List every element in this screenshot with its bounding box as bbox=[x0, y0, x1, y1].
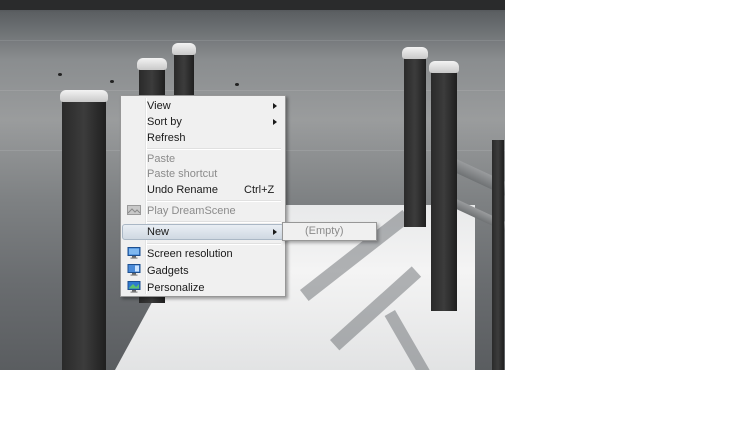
menu-item-refresh[interactable]: Refresh bbox=[123, 130, 283, 146]
menu-item-paste-shortcut[interactable]: Paste shortcut bbox=[123, 166, 283, 182]
menu-item-label: Play DreamScene bbox=[147, 205, 236, 217]
monitor-icon bbox=[127, 247, 141, 259]
personalize-icon bbox=[127, 281, 141, 293]
menu-item-undo-rename[interactable]: Undo Rename Ctrl+Z bbox=[123, 182, 283, 198]
menu-separator bbox=[147, 200, 281, 202]
menu-item-label: New bbox=[147, 226, 170, 238]
submenu-arrow-icon bbox=[273, 119, 277, 125]
pier-post bbox=[429, 61, 459, 311]
menu-item-label: Paste bbox=[147, 153, 176, 165]
menu-item-paste[interactable]: Paste bbox=[123, 151, 283, 167]
pier-post bbox=[492, 140, 504, 370]
menu-item-personalize[interactable]: Personalize bbox=[123, 280, 283, 296]
pier-post bbox=[60, 90, 108, 370]
menu-item-sort-by[interactable]: Sort by bbox=[123, 114, 283, 130]
menu-separator bbox=[147, 148, 281, 150]
dreamscene-icon bbox=[127, 205, 141, 215]
far-shoreline bbox=[0, 0, 505, 10]
menu-item-view[interactable]: View bbox=[123, 98, 283, 114]
menu-separator bbox=[147, 243, 281, 245]
menu-item-label: Sort by bbox=[147, 116, 182, 128]
desktop-context-menu: View Sort by Refresh Paste Paste shortcu… bbox=[120, 95, 286, 297]
gadgets-icon bbox=[127, 264, 141, 276]
submenu-arrow-icon bbox=[273, 229, 277, 235]
submenu-item-empty[interactable]: (Empty) bbox=[305, 225, 344, 237]
menu-item-label: Paste shortcut bbox=[147, 168, 218, 180]
menu-item-play-dreamscene[interactable]: Play DreamScene bbox=[123, 203, 283, 219]
duck bbox=[58, 73, 62, 76]
menu-item-new[interactable]: New bbox=[122, 224, 284, 240]
duck bbox=[110, 80, 114, 83]
menu-separator bbox=[147, 221, 281, 223]
menu-item-shortcut: Ctrl+Z bbox=[244, 184, 275, 196]
menu-item-screen-resolution[interactable]: Screen resolution bbox=[123, 246, 283, 262]
menu-item-gadgets[interactable]: Gadgets bbox=[123, 263, 283, 279]
new-submenu: (Empty) bbox=[282, 222, 377, 241]
pier-post bbox=[402, 47, 428, 227]
menu-item-label: Gadgets bbox=[147, 265, 189, 277]
menu-item-label: Refresh bbox=[147, 132, 186, 144]
water-ripple bbox=[0, 40, 505, 41]
menu-item-label: Screen resolution bbox=[147, 248, 233, 260]
menu-item-label: Personalize bbox=[147, 282, 205, 294]
menu-item-label: Undo Rename bbox=[147, 184, 218, 196]
duck bbox=[235, 83, 239, 86]
menu-item-label: View bbox=[147, 100, 171, 112]
submenu-arrow-icon bbox=[273, 103, 277, 109]
